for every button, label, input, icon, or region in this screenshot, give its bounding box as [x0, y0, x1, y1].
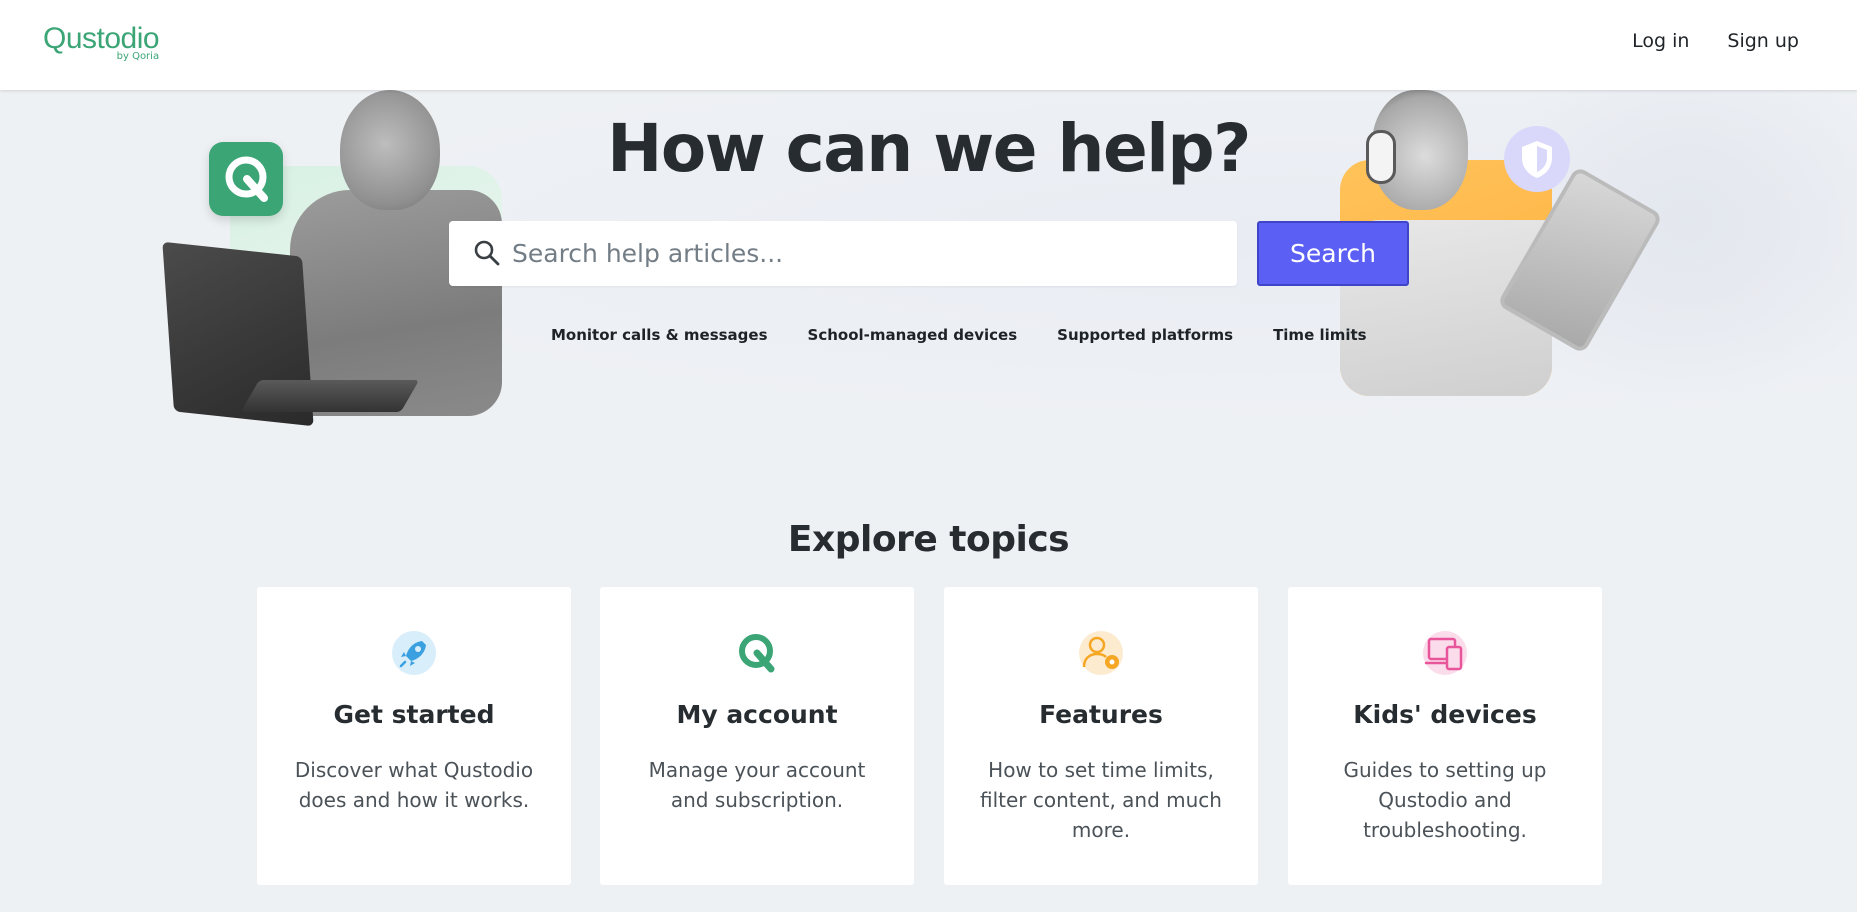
card-title: My account	[676, 700, 838, 729]
logo-subtext: by Qoria	[116, 51, 160, 62]
laptop-base	[240, 380, 420, 412]
topic-card-my-account[interactable]: My account Manage your account and subsc…	[600, 587, 914, 885]
quick-link-school-devices[interactable]: School-managed devices	[808, 326, 1018, 344]
quick-link-monitor-calls[interactable]: Monitor calls & messages	[551, 326, 768, 344]
devices-icon	[1423, 631, 1467, 675]
search-input[interactable]	[512, 221, 1222, 286]
quick-link-supported-platforms[interactable]: Supported platforms	[1057, 326, 1233, 344]
logo-text: Qustodio	[43, 22, 160, 55]
card-description: Manage your account and subscription.	[648, 758, 866, 812]
rocket-icon	[392, 631, 436, 675]
card-description: How to set time limits, filter content, …	[980, 758, 1222, 842]
site-header: Qustodio by Qoria Log in Sign up	[0, 0, 1857, 90]
card-title: Kids' devices	[1353, 700, 1537, 729]
hero-section: How can we help? Search Monitor calls & …	[0, 90, 1857, 460]
user-settings-icon	[1079, 631, 1123, 675]
topics-heading: Explore topics	[787, 519, 1070, 560]
popular-searches: Monitor calls & messages School-managed …	[551, 326, 1367, 344]
card-title: Get started	[333, 700, 495, 729]
signup-link[interactable]: Sign up	[1727, 30, 1799, 52]
top-nav: Log in Sign up	[1632, 30, 1799, 52]
card-description: Discover what Qustodio does and how it w…	[294, 758, 534, 812]
card-description: Guides to setting up Qustodio and troubl…	[1343, 758, 1547, 842]
search-icon	[474, 240, 500, 266]
search-box	[449, 221, 1237, 286]
qustodio-logo-icon	[735, 631, 779, 675]
search-button[interactable]: Search	[1257, 221, 1409, 286]
card-title: Features	[1039, 700, 1163, 729]
topic-card-get-started[interactable]: Get started Discover what Qustodio does …	[257, 587, 571, 885]
qustodio-logo[interactable]: Qustodio by Qoria	[43, 22, 160, 63]
login-link[interactable]: Log in	[1632, 30, 1689, 52]
topic-card-features[interactable]: Features How to set time limits, filter …	[944, 587, 1258, 885]
quick-link-time-limits[interactable]: Time limits	[1273, 326, 1367, 344]
page-title: How can we help?	[607, 110, 1251, 187]
topic-card-kids-devices[interactable]: Kids' devices Guides to setting up Qusto…	[1288, 587, 1602, 885]
